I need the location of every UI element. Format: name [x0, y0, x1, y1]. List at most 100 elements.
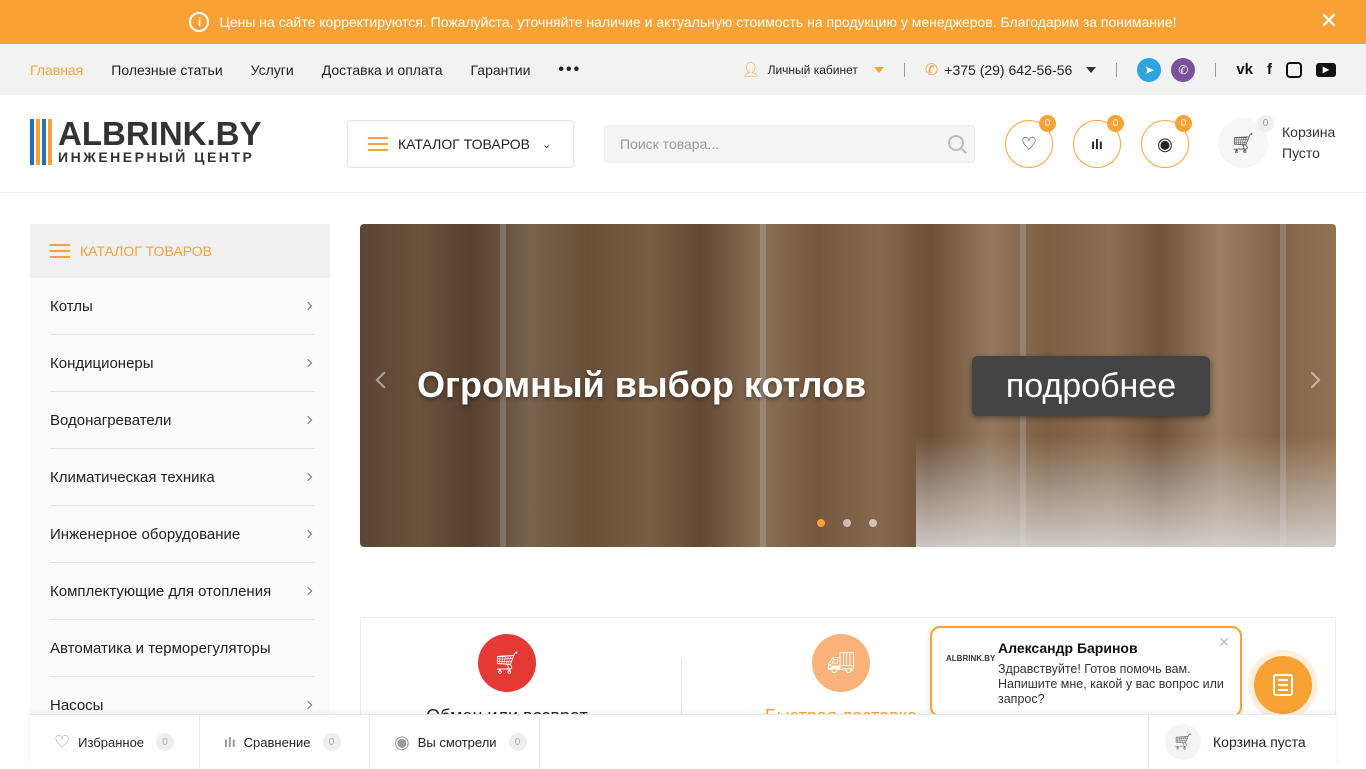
bottom-compare-label: Сравнение	[243, 734, 311, 750]
bottom-viewed[interactable]: ◉ Вы смотрели 0	[370, 715, 540, 769]
favorites-badge: 0	[1039, 115, 1056, 132]
catalog-sidebar: КАТАЛОГ ТОВАРОВ Котлы Кондиционеры Водон…	[30, 224, 330, 734]
chevron-down-icon: ⌄	[541, 138, 552, 151]
header: ALBRINK.BY ИНЖЕНЕРНЫЙ ЦЕНТР КАТАЛОГ ТОВА…	[0, 95, 1366, 193]
divider	[1215, 62, 1217, 77]
catalog-label: КАТАЛОГ ТОВАРОВ	[398, 136, 530, 152]
search-box	[604, 125, 975, 163]
chat-avatar: ALBRINK.BY	[946, 654, 996, 663]
chevron-right-icon	[303, 415, 313, 425]
cart-icon: 🛒︎ 0	[1218, 115, 1274, 168]
social-links: vk f ▶	[1236, 61, 1336, 78]
top-right: 👤︎ Личный кабинет ✆ +375 (29) 642-56-56 …	[742, 44, 1336, 95]
menu-icon	[50, 244, 70, 258]
search-icon[interactable]	[948, 135, 964, 151]
bottom-compare-count: 0	[322, 733, 341, 751]
nav-more-button[interactable]: •••	[558, 61, 581, 79]
nav-delivery[interactable]: Доставка и оплата	[322, 62, 443, 78]
bottom-cart[interactable]: 🛒︎ Корзина пуста	[1148, 715, 1336, 769]
top-bar: Главная Полезные статьи Услуги Доставка …	[0, 44, 1366, 95]
instagram-icon[interactable]	[1286, 61, 1302, 78]
chevron-right-icon	[303, 586, 313, 596]
cart-status: Пусто	[1282, 145, 1320, 161]
chevron-down-icon	[1086, 66, 1097, 73]
facebook-icon[interactable]: f	[1267, 61, 1272, 78]
bottom-viewed-count: 0	[508, 733, 527, 751]
notice-text: Цены на сайте корректируются. Пожалуйста…	[219, 14, 1177, 30]
compare-badge: 0	[1107, 115, 1124, 132]
slide-dot[interactable]	[843, 519, 851, 527]
category-item-heating-parts[interactable]: Комплектующие для отопления	[50, 563, 315, 620]
viewed-button[interactable]: ◉ 0	[1141, 115, 1192, 168]
category-label: Водонагреватели	[50, 411, 172, 429]
sidebar-header[interactable]: КАТАЛОГ ТОВАРОВ	[30, 224, 330, 278]
bottom-viewed-label: Вы смотрели	[417, 734, 497, 750]
close-icon[interactable]: ✕	[1218, 634, 1230, 651]
close-icon[interactable]: ✕	[1320, 10, 1338, 32]
slide-headline: Огромный выбор котлов	[417, 364, 867, 405]
bottom-favorites-count: 0	[156, 733, 175, 751]
category-label: Насосы	[50, 696, 104, 714]
cart-icon: 🛒︎	[478, 634, 536, 692]
category-list: Котлы Кондиционеры Водонагреватели Клима…	[30, 278, 330, 734]
phone-number: +375 (29) 642-56-56	[944, 61, 1073, 78]
logo[interactable]: ALBRINK.BY ИНЖЕНЕРНЫЙ ЦЕНТР	[30, 115, 262, 165]
cart-badge: 0	[1257, 115, 1274, 132]
eye-icon: ◉	[1157, 133, 1173, 154]
category-item-conditioners[interactable]: Кондиционеры	[50, 335, 315, 392]
chevron-right-icon	[303, 529, 313, 539]
chevron-right-icon	[303, 358, 313, 368]
youtube-icon[interactable]: ▶	[1316, 62, 1336, 77]
logo-mark	[30, 119, 52, 165]
truck-icon: 🚚︎	[812, 634, 870, 692]
bottom-favorites[interactable]: ♡ Избранное 0	[30, 715, 200, 769]
telegram-icon[interactable]: ➤	[1137, 57, 1162, 82]
chat-icon	[1273, 674, 1293, 696]
user-icon: 👤︎	[741, 61, 760, 77]
category-label: Климатическая техника	[50, 468, 215, 486]
nav-warranty[interactable]: Гарантии	[470, 62, 530, 78]
phone-dropdown[interactable]: ✆ +375 (29) 642-56-56	[924, 60, 1097, 80]
viewed-badge: 0	[1175, 115, 1192, 132]
cart-title: Корзина	[1282, 124, 1336, 140]
category-item-engineering[interactable]: Инженерное оборудование	[50, 506, 315, 563]
messengers: ➤ ✆	[1137, 57, 1196, 82]
category-item-automation[interactable]: Автоматика и терморегуляторы	[50, 620, 315, 677]
category-item-water-heaters[interactable]: Водонагреватели	[50, 392, 315, 449]
chat-popup[interactable]: ALBRINK.BY ✕ Александр Баринов Здравству…	[930, 626, 1242, 717]
logo-subtitle: ИНЖЕНЕРНЫЙ ЦЕНТР	[58, 149, 255, 165]
nav-services[interactable]: Услуги	[251, 62, 294, 78]
divider	[1116, 62, 1118, 77]
chevron-right-icon	[303, 301, 313, 311]
catalog-button[interactable]: КАТАЛОГ ТОВАРОВ ⌄	[347, 120, 574, 168]
chat-button[interactable]	[1254, 656, 1312, 714]
viber-icon[interactable]: ✆	[1171, 57, 1196, 82]
nav-home[interactable]: Главная	[30, 62, 83, 78]
compare-button[interactable]: ılı 0	[1073, 115, 1124, 168]
search-input[interactable]	[605, 126, 974, 162]
more-button[interactable]: подробнее	[972, 356, 1210, 416]
chat-agent-name: Александр Баринов	[998, 640, 1138, 656]
heart-icon: ♡	[1020, 133, 1038, 154]
category-item-boilers[interactable]: Котлы	[50, 278, 315, 335]
chat-message: Здравствуйте! Готов помочь вам. Напишите…	[998, 662, 1224, 706]
account-label: Личный кабинет	[767, 62, 858, 77]
phone-icon: ✆	[924, 61, 939, 79]
bottom-bar: ♡ Избранное 0 ılı Сравнение 0 ◉ Вы смотр…	[30, 714, 1336, 769]
chevron-right-icon	[303, 472, 313, 482]
vk-icon[interactable]: vk	[1236, 61, 1253, 78]
nav-articles[interactable]: Полезные статьи	[111, 62, 222, 78]
account-dropdown[interactable]: 👤︎ Личный кабинет	[742, 61, 884, 78]
favorites-button[interactable]: ♡ 0	[1005, 115, 1056, 168]
bottom-favorites-label: Избранное	[78, 734, 145, 750]
slide-dot[interactable]	[869, 519, 877, 527]
heart-icon: ♡	[54, 731, 71, 752]
cart-widget[interactable]: 🛒︎ 0 Корзина Пусто	[1218, 115, 1336, 168]
chevron-down-icon	[873, 66, 884, 73]
menu-icon	[368, 137, 388, 151]
info-icon: i	[189, 12, 210, 32]
slide-dot[interactable]	[817, 519, 825, 527]
bottom-compare[interactable]: ılı Сравнение 0	[200, 715, 370, 769]
logo-title: ALBRINK.BY	[58, 115, 262, 152]
category-item-climate[interactable]: Климатическая техника	[50, 449, 315, 506]
